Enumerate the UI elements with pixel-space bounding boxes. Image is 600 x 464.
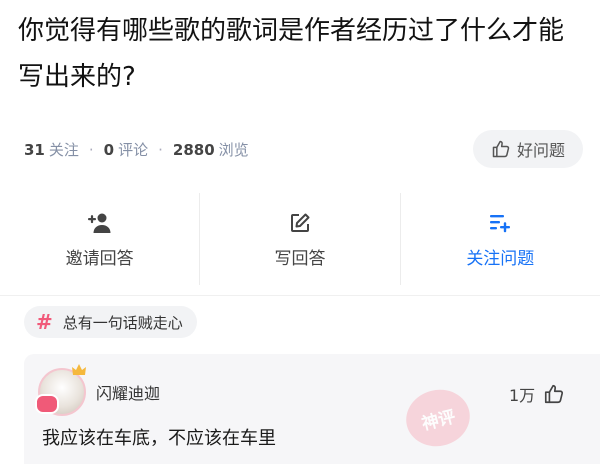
write-answer-button[interactable]: 写回答 — [200, 193, 401, 285]
views-count: 2880 — [172, 140, 215, 159]
author-name[interactable]: 闪耀迪迦 — [96, 380, 160, 404]
followers-count: 31 — [24, 140, 45, 159]
views-label: 浏览 — [218, 141, 249, 159]
add-user-icon — [87, 210, 113, 236]
question-stats: 31 关注 · 0 评论 · 2880 浏览 — [24, 139, 249, 160]
comments-count: 0 — [103, 140, 115, 159]
follow-list-icon — [489, 210, 511, 236]
thumbs-up-icon — [492, 140, 510, 158]
topic-tag[interactable]: # 总有一句话贼走心 — [24, 306, 197, 338]
follow-question-label: 关注问题 — [466, 248, 535, 269]
section-divider — [0, 295, 600, 296]
question-actions: 邀请回答 写回答 关注问题 — [0, 193, 600, 285]
good-question-label: 好问题 — [516, 141, 565, 160]
answer-text[interactable]: 我应该在车底，不应该在车里 — [42, 424, 276, 450]
like-count: 1万 — [509, 386, 536, 405]
follow-question-button[interactable]: 关注问题 — [401, 193, 600, 285]
good-question-button[interactable]: 好问题 — [473, 130, 583, 168]
question-title: 你觉得有哪些歌的歌词是作者经历过了什么才能写出来的? — [18, 16, 565, 92]
write-answer-label: 写回答 — [274, 248, 326, 269]
hot-comment-stamp: 神评 — [400, 383, 476, 453]
thumbs-up-icon — [545, 384, 564, 404]
comments-label[interactable]: 评论 — [118, 139, 148, 160]
answer-card[interactable]: 闪耀迪迦 神评 1万 我应该在车底，不应该在车里 — [24, 354, 600, 464]
invite-answer-button[interactable]: 邀请回答 — [0, 193, 201, 285]
separator-dot: · — [158, 140, 163, 159]
invite-answer-label: 邀请回答 — [65, 248, 134, 269]
separator-dot: · — [88, 140, 94, 159]
answer-like-button[interactable]: 1万 — [509, 382, 565, 406]
crown-icon — [72, 364, 86, 375]
avatar-badge — [35, 394, 59, 414]
hash-icon: # — [36, 310, 53, 334]
followers-label: 关注 — [48, 141, 79, 159]
edit-icon — [289, 210, 311, 236]
topic-label: 总有一句话贼走心 — [62, 313, 183, 332]
